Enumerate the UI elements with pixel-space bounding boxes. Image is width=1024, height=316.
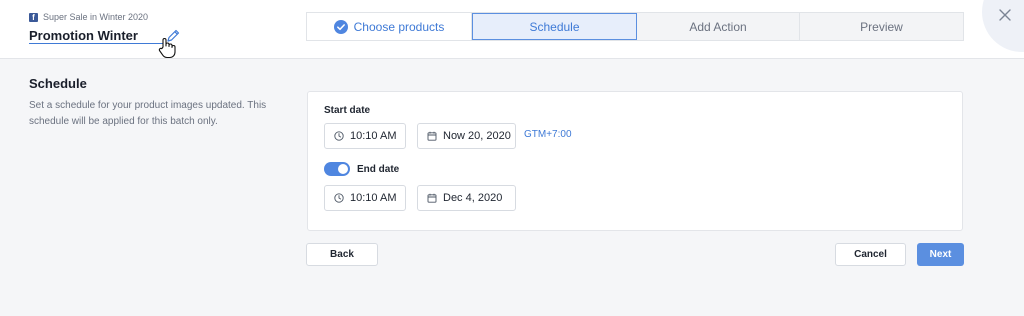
step-label: Add Action (689, 19, 747, 34)
close-icon[interactable] (998, 8, 1012, 22)
end-date-label: End date (357, 164, 400, 175)
start-date-value: Now 20, 2020 (443, 130, 511, 142)
next-button[interactable]: Next (917, 243, 964, 266)
end-time-field[interactable]: 10:10 AM (324, 185, 406, 211)
start-date-field[interactable]: Now 20, 2020 (417, 123, 516, 149)
facebook-icon: f (29, 12, 38, 22)
campaign-name-input[interactable]: Promotion Winter (29, 28, 138, 43)
timezone-link[interactable]: GTM+7:00 (524, 129, 572, 140)
start-time-value: 10:10 AM (350, 130, 397, 142)
section-description: Set a schedule for your product images u… (29, 100, 267, 127)
end-date-value: Dec 4, 2020 (443, 192, 503, 204)
back-button[interactable]: Back (306, 243, 378, 266)
step-label: Preview (860, 19, 903, 34)
campaign-subtitle-row: f Super Sale in Winter 2020 (29, 12, 148, 22)
end-time-value: 10:10 AM (350, 192, 397, 204)
end-date-toggle[interactable] (324, 162, 350, 176)
calendar-icon (427, 131, 437, 141)
clock-icon (334, 131, 344, 141)
end-date-field[interactable]: Dec 4, 2020 (417, 185, 516, 211)
calendar-icon (427, 193, 437, 203)
step-schedule[interactable]: Schedule (472, 13, 637, 40)
start-date-label: Start date (324, 105, 371, 116)
section-title: Schedule (29, 76, 87, 91)
schedule-card: Start date 10:10 AM Now 20, 2020 GTM+7:0… (307, 91, 963, 231)
campaign-subtitle: Super Sale in Winter 2020 (43, 12, 149, 22)
check-circle-icon (333, 19, 348, 34)
step-preview[interactable]: Preview (800, 13, 963, 40)
step-choose-products[interactable]: Choose products (307, 13, 472, 40)
clock-icon (334, 193, 344, 203)
cancel-button[interactable]: Cancel (835, 243, 906, 266)
top-bar: f Super Sale in Winter 2020 Promotion Wi… (0, 0, 1024, 59)
hand-pointer-icon (158, 38, 176, 59)
wizard-stepper: Choose products Schedule Add Action Prev… (306, 12, 964, 41)
campaign-name-underline (29, 43, 167, 44)
step-label: Schedule (529, 19, 580, 34)
step-label: Choose products (353, 19, 445, 34)
start-time-field[interactable]: 10:10 AM (324, 123, 406, 149)
step-add-action[interactable]: Add Action (637, 13, 800, 40)
